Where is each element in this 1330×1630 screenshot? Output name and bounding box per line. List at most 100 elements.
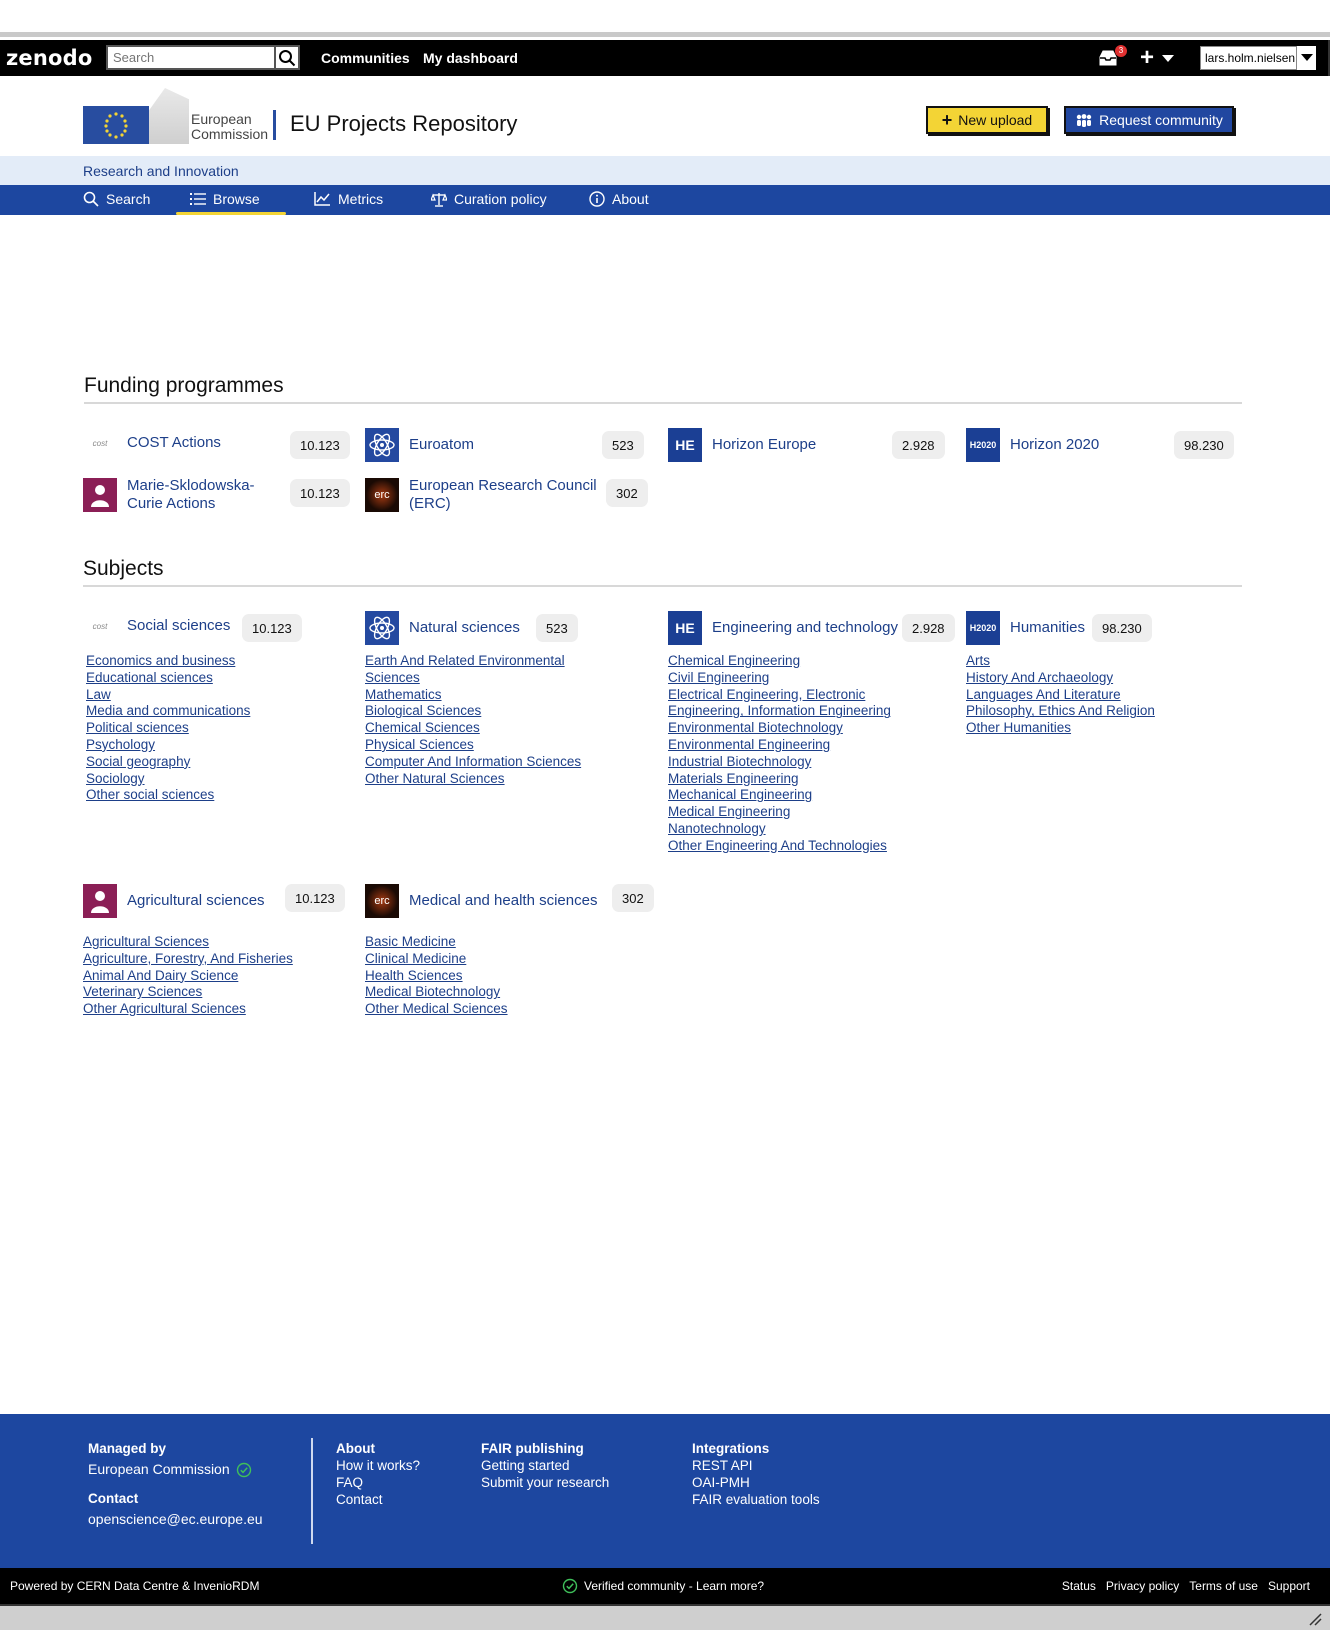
subheader-label[interactable]: Research and Innovation [83,163,239,179]
subject-agricultural-sciences[interactable]: Agricultural sciences [83,884,265,918]
subject-link[interactable]: Mathematics [365,687,581,704]
subject-link[interactable]: Environmental Engineering [668,737,891,754]
count-badge: 2.928 [892,431,945,459]
subject-link[interactable]: Medical Engineering [668,804,891,821]
subject-link[interactable]: Philosophy, Ethics And Religion [966,703,1155,720]
resize-grip-icon[interactable] [1308,1612,1322,1626]
tab-curation-policy[interactable]: Curation policy [431,191,547,207]
subject-link[interactable]: Social geography [86,754,250,771]
footer-link[interactable]: Submit your research [481,1474,609,1491]
footer-link[interactable]: OAI-PMH [692,1474,820,1491]
atom-icon [365,428,399,462]
subject-link[interactable]: Educational sciences [86,670,250,687]
funding-item-euroatom[interactable]: Euroatom [365,428,474,462]
subject-link[interactable]: Engineering, Information Engineering [668,703,891,720]
subject-humanities[interactable]: H2020 Humanities [966,611,1085,645]
subject-engineering-technology[interactable]: HE Engineering and technology [668,611,898,645]
subject-link[interactable]: Other Engineering And Technologies [668,838,891,855]
my-dashboard-link[interactable]: My dashboard [423,50,518,66]
global-search-field[interactable] [106,45,276,70]
support-link[interactable]: Support [1268,1579,1310,1593]
user-menu-chevron-icon[interactable] [1296,46,1316,70]
footer-managed-by-text[interactable]: European Commission [88,1461,230,1478]
subject-link[interactable]: Veterinary Sciences [83,984,293,1001]
subject-link[interactable]: Sociology [86,771,250,788]
funding-item-horizon-2020[interactable]: H2020 Horizon 2020 [966,428,1099,462]
funding-item-cost[interactable]: cost COST Actions [83,426,221,460]
footer-contact-heading: Contact [88,1491,139,1506]
subject-link[interactable]: Languages And Literature [966,687,1155,704]
subject-link[interactable]: Environmental Biotechnology [668,720,891,737]
bottom-links: Status Privacy policy Terms of use Suppo… [1062,1579,1310,1593]
subject-link[interactable]: Electrical Engineering, Electronic [668,687,891,704]
plus-icon[interactable]: + [1140,44,1154,72]
footer-contact-email[interactable]: openscience@ec.europe.eu [88,1511,263,1528]
subject-link[interactable]: Other Humanities [966,720,1155,737]
funding-item-horizon-europe[interactable]: HE Horizon Europe [668,428,816,462]
subject-link[interactable]: Physical Sciences [365,737,581,754]
search-button[interactable] [274,45,300,70]
subject-link[interactable]: Health Sciences [365,968,508,985]
subject-link[interactable]: Arts [966,653,1155,670]
subject-links-agricultural: Agricultural Sciences Agriculture, Fores… [83,934,293,1018]
subject-link[interactable]: Media and communications [86,703,250,720]
subject-link[interactable]: Agriculture, Forestry, And Fisheries [83,951,293,968]
subject-link[interactable]: History And Archaeology [966,670,1155,687]
request-community-button[interactable]: Request community [1064,106,1234,134]
powered-by-text[interactable]: Powered by CERN Data Centre & InvenioRDM [10,1579,259,1593]
subject-links-social: Economics and business Educational scien… [86,653,250,804]
subject-link[interactable]: Other Agricultural Sciences [83,1001,293,1018]
tab-browse[interactable]: Browse [190,191,260,207]
subject-link[interactable]: Basic Medicine [365,934,508,951]
footer-managed-col: Managed by European Commission Contact o… [88,1440,263,1528]
subject-link[interactable]: Sciences [365,670,581,687]
tab-search[interactable]: Search [83,191,150,207]
footer-link[interactable]: Getting started [481,1457,609,1474]
subject-link[interactable]: Psychology [86,737,250,754]
subject-link[interactable]: Other Natural Sciences [365,771,581,788]
subject-link[interactable]: Industrial Biotechnology [668,754,891,771]
subject-natural-sciences[interactable]: Natural sciences [365,611,520,645]
subject-link[interactable]: Nanotechnology [668,821,891,838]
info-circle-icon [589,191,605,207]
subject-link[interactable]: Computer And Information Sciences [365,754,581,771]
zenodo-logo[interactable]: zenodo [6,46,93,70]
subject-social-sciences[interactable]: cost Social sciences [83,609,230,643]
subject-link[interactable]: Earth And Related Environmental [365,653,581,670]
terms-of-use-link[interactable]: Terms of use [1189,1579,1258,1593]
subject-link[interactable]: Civil Engineering [668,670,891,687]
subject-link[interactable]: Chemical Engineering [668,653,891,670]
footer-link[interactable]: FAIR evaluation tools [692,1491,820,1508]
subject-link[interactable]: Political sciences [86,720,250,737]
subject-link[interactable]: Other Medical Sciences [365,1001,508,1018]
subject-link[interactable]: Mechanical Engineering [668,787,891,804]
subject-link[interactable]: Biological Sciences [365,703,581,720]
status-link[interactable]: Status [1062,1579,1096,1593]
subject-link[interactable]: Law [86,687,250,704]
privacy-policy-link[interactable]: Privacy policy [1106,1579,1179,1593]
funding-item-msca[interactable]: Marie-Sklodowska- Curie Actions [83,477,255,513]
verified-community-link[interactable]: Verified community - Learn more? [562,1578,764,1594]
subject-link[interactable]: Other social sciences [86,787,250,804]
tab-about[interactable]: About [589,191,649,207]
footer-link[interactable]: FAQ [336,1474,420,1491]
subject-link[interactable]: Materials Engineering [668,771,891,788]
subject-link[interactable]: Clinical Medicine [365,951,508,968]
subject-medical-health-sciences[interactable]: erc Medical and health sciences [365,884,597,918]
subject-link[interactable]: Agricultural Sciences [83,934,293,951]
ec-logo-line2: Commission [191,126,269,142]
subject-link[interactable]: Chemical Sciences [365,720,581,737]
chevron-down-icon[interactable] [1162,55,1174,62]
new-upload-button[interactable]: + New upload [926,106,1048,134]
subject-link[interactable]: Medical Biotechnology [365,984,508,1001]
footer-link[interactable]: REST API [692,1457,820,1474]
subject-link[interactable]: Economics and business [86,653,250,670]
horizon-europe-icon: HE [668,611,702,645]
footer-link[interactable]: How it works? [336,1457,420,1474]
footer-link[interactable]: Contact [336,1491,420,1508]
tab-metrics[interactable]: Metrics [314,191,383,207]
subject-link[interactable]: Animal And Dairy Science [83,968,293,985]
funding-item-erc[interactable]: erc European Research Council (ERC) [365,477,597,513]
global-search-input[interactable] [108,47,274,68]
communities-link[interactable]: Communities [321,50,410,66]
